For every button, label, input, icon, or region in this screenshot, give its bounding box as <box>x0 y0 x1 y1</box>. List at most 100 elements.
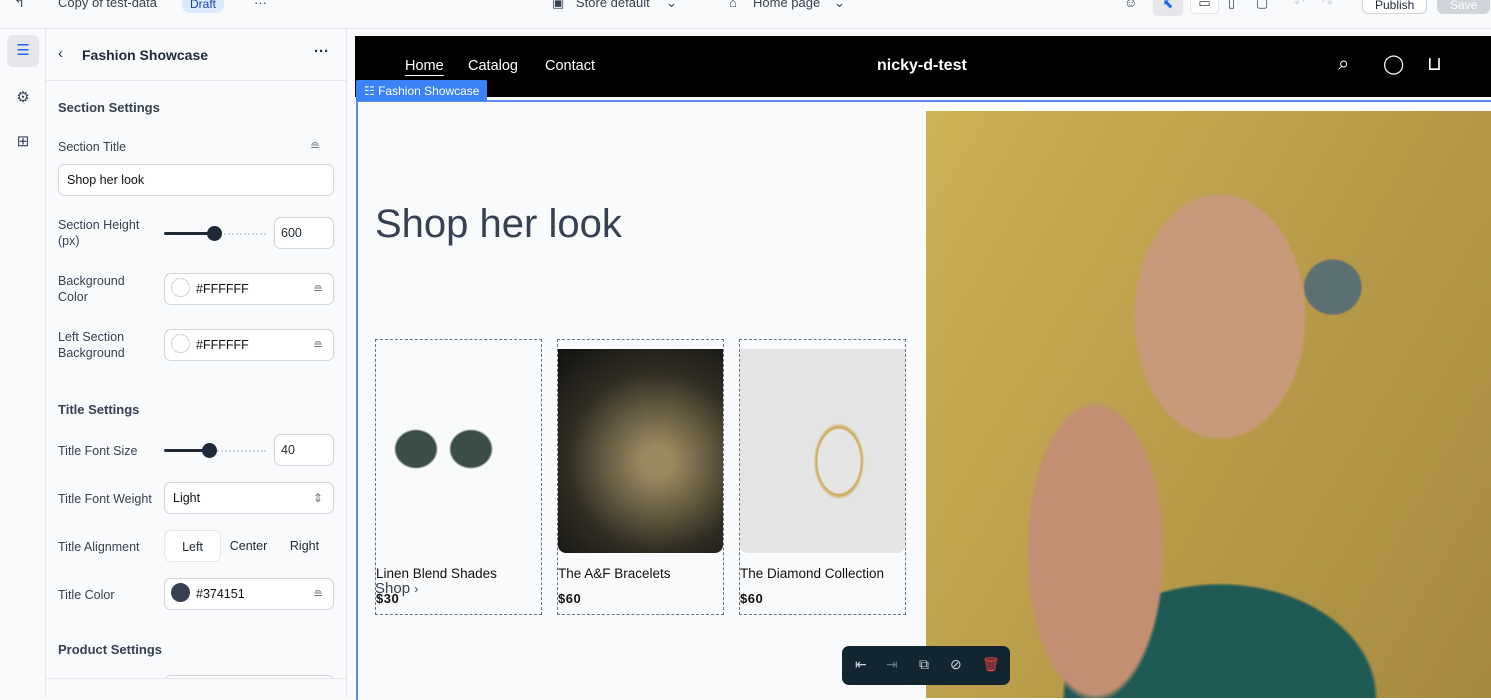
title-font-size-slider[interactable] <box>164 443 266 458</box>
title-color-value: #374151 <box>196 587 245 601</box>
nav-catalog[interactable]: Catalog <box>468 58 518 74</box>
hide-icon[interactable]: ⊘ <box>950 656 962 673</box>
document-name: Copy of test-data <box>58 0 157 10</box>
product-price: $60 <box>740 591 764 606</box>
title-font-weight-label: Title Font Weight <box>58 492 152 506</box>
ai-icon[interactable]: ☺ <box>1124 0 1137 10</box>
left-section: Shop her look Linen Blend Shades $30 The… <box>358 102 925 698</box>
product-card[interactable]: Linen Blend Shades $30 <box>375 339 542 615</box>
background-color-value: #FFFFFF <box>196 282 249 296</box>
product-image <box>740 349 905 553</box>
color-swatch[interactable] <box>171 278 190 298</box>
title-font-size-label: Title Font Size <box>58 444 138 458</box>
store-brand[interactable]: nicky-d-test <box>877 57 967 75</box>
section-heading: Shop her look <box>375 202 622 246</box>
store-selector[interactable]: Store default <box>576 0 650 10</box>
title-color-label: Title Color <box>58 588 115 602</box>
product-image <box>376 349 541 553</box>
chevron-updown-icon: ⇕ <box>312 491 323 505</box>
publish-button[interactable]: Publish <box>1362 0 1428 14</box>
title-font-weight-select[interactable]: Light ⇕ <box>164 482 334 514</box>
title-font-weight-value: Light <box>173 491 201 505</box>
background-color-label: Background Color <box>58 274 125 304</box>
database-icon[interactable]: ≘ <box>310 139 320 153</box>
database-icon[interactable]: ≘ <box>313 282 323 296</box>
section-toolbar: ⇤ ⇥ ⧉ ⊘ 🗑 <box>842 646 1010 685</box>
section-height-input[interactable]: 600 <box>274 217 334 249</box>
database-icon[interactable]: ≘ <box>313 587 323 601</box>
duplicate-icon[interactable]: ⧉ <box>919 656 929 673</box>
icon-rail: ☰ ⚙ ⊞ <box>0 29 46 698</box>
redo-icon[interactable]: ↷ <box>1322 0 1333 11</box>
sections-icon[interactable]: ☰ <box>7 35 39 67</box>
search-icon[interactable]: ⌕ <box>1338 53 1349 76</box>
move-down-icon[interactable]: ⇥ <box>886 656 898 673</box>
back-arrow-icon[interactable]: ‹ <box>58 45 63 62</box>
hero-image-overlay <box>926 111 1491 698</box>
delete-icon[interactable]: 🗑 <box>982 656 1000 673</box>
product-price: $60 <box>558 591 582 606</box>
title-font-size-input[interactable]: 40 <box>274 434 334 466</box>
chevron-right-icon: › <box>414 582 419 596</box>
product-name: The A&F Bracelets <box>558 566 671 581</box>
section-height-slider[interactable] <box>164 226 266 241</box>
back-icon[interactable]: ↰ <box>14 0 25 11</box>
product-card[interactable]: The A&F Bracelets $60 <box>557 339 724 615</box>
tablet-view-icon[interactable]: ▢ <box>1256 0 1268 11</box>
top-bar: ↰ Copy of test-data Draft ··· ▣ Store de… <box>0 0 1491 29</box>
product-name: The Diamond Collection <box>740 566 885 581</box>
background-color-field[interactable]: #FFFFFF ≘ <box>164 273 334 305</box>
left-background-value: #FFFFFF <box>196 338 249 352</box>
title-alignment-label: Title Alignment <box>58 540 140 554</box>
align-center-option[interactable]: Center <box>220 530 277 562</box>
title-color-field[interactable]: #374151 ≘ <box>164 578 334 610</box>
align-right-option[interactable]: Right <box>276 530 333 562</box>
nav-contact[interactable]: Contact <box>545 58 595 74</box>
left-background-field[interactable]: #FFFFFF ≘ <box>164 329 334 361</box>
store-header: Home Catalog Contact nicky-d-test ⌕ ◯ ⊔ <box>355 36 1491 97</box>
account-icon[interactable]: ◯ <box>1383 53 1404 76</box>
status-badge: Draft <box>182 0 225 13</box>
select-parent-icon[interactable]: ⇤ <box>855 656 867 673</box>
color-swatch[interactable] <box>171 334 190 354</box>
database-icon[interactable]: ≘ <box>313 338 323 352</box>
save-button[interactable]: Save <box>1437 0 1491 14</box>
more-button[interactable]: ··· <box>254 0 267 10</box>
desktop-view-icon[interactable]: ▭ <box>1190 0 1219 14</box>
undo-icon[interactable]: ↶ <box>1294 0 1305 11</box>
chevron-down-icon: ⌄ <box>666 0 677 10</box>
section-settings-heading: Section Settings <box>58 100 160 115</box>
product-card[interactable]: The Diamond Collection $60 <box>739 339 906 615</box>
shop-link-label: Shop <box>375 580 411 597</box>
store-icon: ▣ <box>552 0 565 10</box>
left-background-label: Left Section Background <box>58 330 125 360</box>
add-block-icon[interactable]: ⊞ <box>7 126 39 158</box>
chevron-down-icon: ⌄ <box>834 0 845 10</box>
product-name: Linen Blend Shades <box>376 566 497 581</box>
page-selector[interactable]: Home page <box>753 0 820 10</box>
section-title-input[interactable]: Shop her look <box>58 164 334 196</box>
select-tool-icon[interactable]: ⬉ <box>1153 0 1183 16</box>
nav-home[interactable]: Home <box>405 58 444 74</box>
section-icon: ☷ <box>364 84 379 98</box>
color-swatch[interactable] <box>171 583 190 603</box>
settings-panel: ‹ Fashion Showcase ··· Section Settings … <box>46 29 347 698</box>
home-icon: ⌂ <box>729 0 737 10</box>
panel-footer <box>46 678 346 698</box>
section-height-label: Section Height (px) <box>58 218 140 248</box>
mobile-view-icon[interactable]: ▯ <box>1228 0 1235 11</box>
store-preview: Home Catalog Contact nicky-d-test ⌕ ◯ ⊔ … <box>355 36 1491 700</box>
product-settings-heading: Product Settings <box>58 642 163 657</box>
cart-icon[interactable]: ⊔ <box>1427 53 1442 76</box>
panel-title: Fashion Showcase <box>82 47 209 63</box>
shop-link[interactable]: Shop › <box>375 580 418 597</box>
section-title-label: Section Title <box>58 140 127 154</box>
panel-more-button[interactable]: ··· <box>314 43 329 60</box>
align-left-option[interactable]: Left <box>164 530 221 562</box>
settings-icon[interactable]: ⚙ <box>7 82 39 114</box>
title-alignment-control: Left Center Right <box>164 530 334 562</box>
product-image <box>558 349 723 553</box>
section-tag-label: Fashion Showcase <box>378 84 480 98</box>
section-tag[interactable]: ☷ Fashion Showcase <box>356 80 488 101</box>
title-settings-heading: Title Settings <box>58 402 140 417</box>
